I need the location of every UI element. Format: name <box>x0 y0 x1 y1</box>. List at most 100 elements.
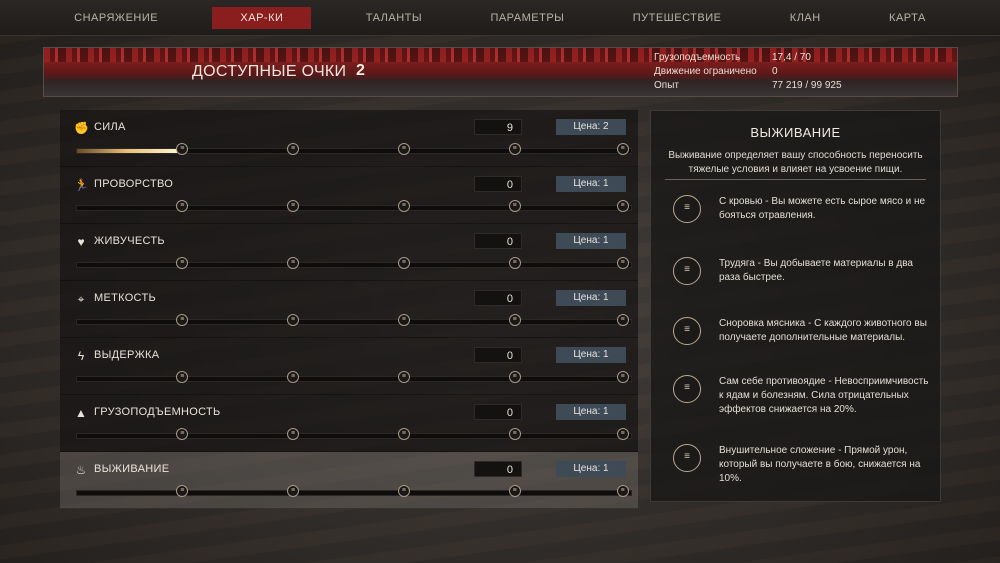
attribute-cost-button[interactable]: Цена: 1 <box>556 404 626 420</box>
attribute-value: 0 <box>474 347 522 363</box>
perk-milestone-icon[interactable]: ≡ <box>397 314 410 326</box>
perk-milestone-icon[interactable]: ≡ <box>397 143 410 155</box>
perk-milestone-icon[interactable]: ≡ <box>397 485 410 497</box>
attribute-detail-panel: ВЫЖИВАНИЕ Выживание определяет вашу спос… <box>650 110 941 502</box>
perk-milestone-icon[interactable]: ≡ <box>287 143 300 155</box>
perk-milestone-icon[interactable]: ≡ <box>616 314 629 326</box>
attribute-row[interactable]: 🏃 ПРОВОРСТВО 0 Цена: 1 ≡ ≡ ≡ ≡ ≡ <box>60 167 638 224</box>
perk-description: С кровью - Вы можете есть сырое мясо и н… <box>719 196 926 221</box>
stat-row: Опыт 77 219 / 99 925 <box>654 79 842 93</box>
perk-milestone-icon[interactable]: ≡ <box>176 371 189 383</box>
stat-row: Грузоподъемность 17,4 / 70 <box>654 51 842 65</box>
perk-milestone-icon[interactable]: ≡ <box>176 143 189 155</box>
tab-clan[interactable]: КЛАН <box>776 7 835 29</box>
attribute-row[interactable]: ϟ ВЫДЕРЖКА 0 Цена: 1 ≡ ≡ ≡ ≡ ≡ <box>60 338 638 395</box>
attribute-cost-button[interactable]: Цена: 2 <box>556 119 626 135</box>
attribute-progress-track: ≡ ≡ ≡ ≡ ≡ <box>76 371 632 383</box>
perk-milestone-icon[interactable]: ≡ <box>508 143 521 155</box>
stat-row: Движение ограничено 0 <box>654 65 842 79</box>
perk-milestone-icon[interactable]: ≡ <box>616 371 629 383</box>
perk-milestone-icon[interactable]: ≡ <box>616 485 629 497</box>
perk-milestone-icon[interactable]: ≡ <box>508 257 521 269</box>
tab-talents[interactable]: ТАЛАНТЫ <box>352 7 436 29</box>
perk-rank-4-icon: ≡ <box>673 375 701 403</box>
attribute-value: 9 <box>474 119 522 135</box>
perk-rank-1-icon: ≡ <box>673 195 701 223</box>
attribute-value: 0 <box>474 461 522 477</box>
attribute-row[interactable]: ♨ ВЫЖИВАНИЕ 0 Цена: 1 ≡ ≡ ≡ ≡ ≡ <box>60 452 638 509</box>
stat-label: Грузоподъемность <box>654 52 741 63</box>
top-nav: СНАРЯЖЕНИЕ ХАР-КИ ТАЛАНТЫ ПАРАМЕТРЫ ПУТЕ… <box>0 0 1000 36</box>
attribute-cost-button[interactable]: Цена: 1 <box>556 347 626 363</box>
perk-description: Внушительное сложение - Прямой урон, кот… <box>719 445 921 484</box>
attribute-name: МЕТКОСТЬ <box>94 292 156 304</box>
perk-milestone-icon[interactable]: ≡ <box>176 314 189 326</box>
attribute-cost-button[interactable]: Цена: 1 <box>556 461 626 477</box>
attribute-name: ЖИВУЧЕСТЬ <box>94 235 165 247</box>
attribute-cost-button[interactable]: Цена: 1 <box>556 290 626 306</box>
attribute-value: 0 <box>474 176 522 192</box>
perk-milestone-icon[interactable]: ≡ <box>508 200 521 212</box>
attribute-name: ВЫЖИВАНИЕ <box>94 463 170 475</box>
perk-milestone-icon[interactable]: ≡ <box>287 371 300 383</box>
attribute-cost-button[interactable]: Цена: 1 <box>556 233 626 249</box>
attribute-progress-track: ≡ ≡ ≡ ≡ ≡ <box>76 200 632 212</box>
crosshair-icon: ⌖ <box>77 292 85 306</box>
perk-milestone-icon[interactable]: ≡ <box>508 485 521 497</box>
attribute-list: ✊ СИЛА 9 Цена: 2 ≡ ≡ ≡ ≡ ≡ 🏃 ПРОВОРСТВО 0 Це… <box>60 110 638 509</box>
detail-title: ВЫЖИВАНИЕ <box>750 125 841 140</box>
perk-rank-5-icon: ≡ <box>673 444 701 472</box>
perk-milestone-icon[interactable]: ≡ <box>287 314 300 326</box>
perk-milestone-icon[interactable]: ≡ <box>287 200 300 212</box>
perk-milestone-icon[interactable]: ≡ <box>287 428 300 440</box>
perk-milestone-icon[interactable]: ≡ <box>616 428 629 440</box>
attribute-cost-button[interactable]: Цена: 1 <box>556 176 626 192</box>
header-banner: ДОСТУПНЫЕ ОЧКИ 2 Грузоподъемность 17,4 /… <box>43 47 958 97</box>
attribute-value: 0 <box>474 290 522 306</box>
tab-journey[interactable]: ПУТЕШЕСТВИЕ <box>619 7 736 29</box>
stat-value: 17,4 / 70 <box>772 52 811 63</box>
perk-description: Сноровка мясника - С каждого животного в… <box>719 318 927 343</box>
perk-milestone-icon[interactable]: ≡ <box>508 371 521 383</box>
perk-milestone-icon[interactable]: ≡ <box>176 428 189 440</box>
attribute-row[interactable]: ⌖ МЕТКОСТЬ 0 Цена: 1 ≡ ≡ ≡ ≡ ≡ <box>60 281 638 338</box>
perk-milestone-icon[interactable]: ≡ <box>397 428 410 440</box>
perk-milestone-icon[interactable]: ≡ <box>176 485 189 497</box>
perk-milestone-icon[interactable]: ≡ <box>287 485 300 497</box>
perk-milestone-icon[interactable]: ≡ <box>176 257 189 269</box>
tab-parameters[interactable]: ПАРАМЕТРЫ <box>476 7 578 29</box>
perk-description: Трудяга - Вы добываете материалы в два р… <box>719 258 913 283</box>
perk-milestone-icon[interactable]: ≡ <box>287 257 300 269</box>
perk-milestone-icon[interactable]: ≡ <box>616 257 629 269</box>
stat-label: Опыт <box>654 80 679 91</box>
weight-icon: ▲ <box>75 406 87 420</box>
detail-description: Выживание определяет вашу способность пе… <box>668 150 923 175</box>
available-points-label: ДОСТУПНЫЕ ОЧКИ <box>192 63 347 80</box>
perk-milestone-icon[interactable]: ≡ <box>397 257 410 269</box>
perk-milestone-icon[interactable]: ≡ <box>508 428 521 440</box>
perk-milestone-icon[interactable]: ≡ <box>616 143 629 155</box>
divider <box>665 179 926 180</box>
perk-milestone-icon[interactable]: ≡ <box>508 314 521 326</box>
perk-milestone-icon[interactable]: ≡ <box>176 200 189 212</box>
perk-milestone-icon[interactable]: ≡ <box>397 371 410 383</box>
perk-milestone-icon[interactable]: ≡ <box>397 200 410 212</box>
perk-milestone-icon[interactable]: ≡ <box>616 200 629 212</box>
tab-equipment[interactable]: СНАРЯЖЕНИЕ <box>60 7 172 29</box>
tab-attributes[interactable]: ХАР-КИ <box>212 6 312 29</box>
attribute-name: ПРОВОРСТВО <box>94 178 174 190</box>
campfire-icon: ♨ <box>75 463 87 477</box>
lightning-icon: ϟ <box>77 349 85 363</box>
attribute-row[interactable]: ✊ СИЛА 9 Цена: 2 ≡ ≡ ≡ ≡ ≡ <box>60 110 638 167</box>
perk-rank-2-icon: ≡ <box>673 257 701 285</box>
perk-description: Сам себе противоядие - Невосприимчивость… <box>719 376 929 415</box>
attribute-progress-track: ≡ ≡ ≡ ≡ ≡ <box>76 428 632 440</box>
attribute-value: 0 <box>474 233 522 249</box>
available-points-value: 2 <box>356 62 365 79</box>
stat-value: 77 219 / 99 925 <box>772 80 842 91</box>
tab-map[interactable]: КАРТА <box>875 7 940 29</box>
attribute-row[interactable]: ▲ ГРУЗОПОДЪЕМНОСТЬ 0 Цена: 1 ≡ ≡ ≡ ≡ ≡ <box>60 395 638 452</box>
attribute-progress-track: ≡ ≡ ≡ ≡ ≡ <box>76 257 632 269</box>
running-figure-icon: 🏃 <box>74 178 89 192</box>
attribute-row[interactable]: ♥ ЖИВУЧЕСТЬ 0 Цена: 1 ≡ ≡ ≡ ≡ ≡ <box>60 224 638 281</box>
